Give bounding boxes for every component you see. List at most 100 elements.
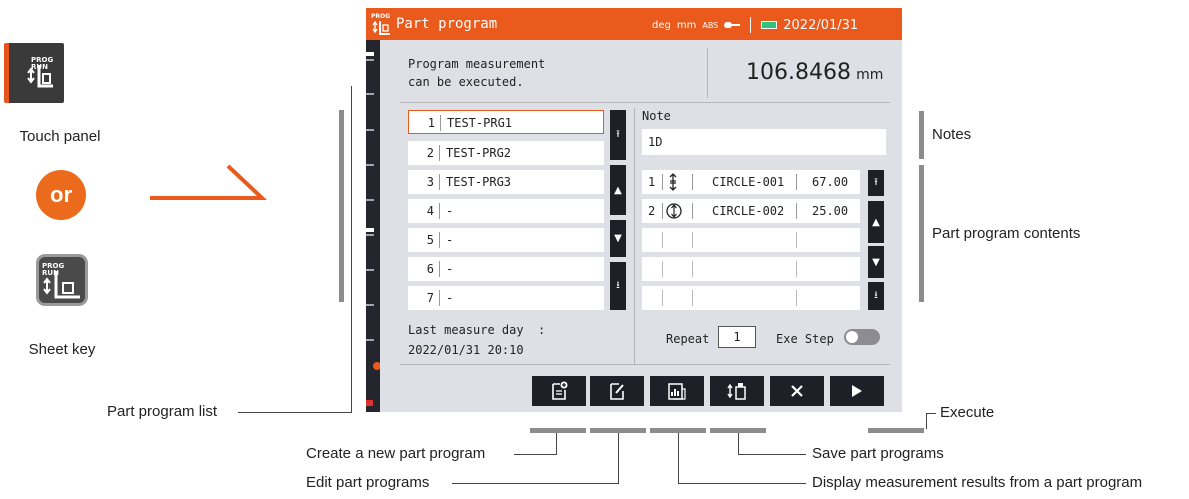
svg-text:PROG: PROG [371, 13, 390, 20]
length-unit: mm [676, 19, 697, 31]
program-row[interactable]: 6 - [408, 257, 604, 281]
sheet-key-prog-run-icon: PROG RUN [36, 254, 88, 306]
annotation-display: Display measurement results from a part … [812, 474, 1143, 491]
program-name: TEST-PRG3 [446, 175, 512, 189]
notes-callout-bar [919, 111, 924, 159]
contents-row-num: 1 [648, 175, 656, 189]
execute-leader-vertical [926, 413, 927, 429]
sheet-key-label: Sheet key [28, 341, 96, 358]
edit-leader-horizontal [452, 483, 619, 484]
contents-scroll-bottom-button[interactable]: ⭳ [868, 282, 884, 310]
measurement-unit: mm [856, 67, 884, 83]
annotation-execute: Execute [940, 404, 995, 421]
program-name: - [446, 291, 454, 305]
status-area: deg mm ABS 2022/01/31 [652, 17, 858, 33]
program-row[interactable]: 3 TEST-PRG3 [408, 170, 604, 194]
exe-step-toggle[interactable] [844, 329, 880, 345]
save-leader-horizontal [738, 454, 806, 455]
note-label: Note [642, 109, 671, 123]
probe-icon [724, 22, 741, 28]
create-callout-bar [530, 428, 586, 433]
section-divider-top [400, 102, 890, 103]
results-chart-icon [668, 383, 686, 400]
contents-value: 67.00 [812, 175, 849, 189]
play-icon [852, 385, 862, 397]
display-results-button[interactable] [650, 376, 704, 406]
repeat-label: Repeat [666, 332, 710, 346]
battery-icon [761, 21, 778, 29]
new-document-icon [552, 381, 568, 400]
display-leader-vertical [678, 433, 679, 483]
contents-scroll-top-button[interactable]: ⭱ [868, 170, 884, 196]
exe-step-label: Exe Step [776, 332, 834, 346]
last-measure-label: Last measure day : [408, 323, 546, 337]
transition-arrow-icon [150, 164, 268, 200]
annotation-create: Create a new part program [306, 445, 486, 462]
note-value: 1D [648, 135, 663, 149]
program-row[interactable]: 7 - [408, 286, 604, 310]
program-name: - [446, 262, 454, 276]
program-row[interactable]: 2 TEST-PRG2 [408, 141, 604, 165]
list-scroll-down-button[interactable]: ▼ [610, 220, 626, 257]
program-name: - [446, 233, 454, 247]
measurement-value: 106.8468 [746, 60, 851, 85]
list-scroll-up-button[interactable]: ▲ [610, 165, 626, 215]
contents-row[interactable] [642, 257, 860, 281]
execute-leader-horizontal [926, 413, 936, 414]
circular-runout-icon [665, 202, 683, 223]
status-divider [750, 17, 752, 33]
contents-row[interactable] [642, 228, 860, 252]
edit-program-button[interactable] [590, 376, 644, 406]
or-badge: or [36, 170, 86, 220]
display-leader-horizontal [678, 483, 806, 484]
title-bar: PROG Part program deg mm ABS 2022/01/31 [366, 8, 902, 40]
measurement-readout: 106.8468 mm [746, 60, 883, 85]
program-name: TEST-PRG2 [446, 146, 512, 160]
touch-panel-prog-run-icon: PROG RUN [4, 43, 64, 103]
program-name: TEST-PRG1 [447, 116, 513, 130]
contents-scroll-up-button[interactable]: ▲ [868, 201, 884, 243]
contents-value: 25.00 [812, 204, 849, 218]
program-row[interactable]: 5 - [408, 228, 604, 252]
new-program-button[interactable] [532, 376, 586, 406]
contents-element: CIRCLE-001 [712, 175, 785, 189]
contents-row[interactable] [642, 286, 860, 310]
contents-callout-bar [919, 165, 924, 302]
save-to-usb-icon [727, 383, 746, 400]
last-measure-info: Last measure day : 2022/01/31 20:10 [408, 320, 545, 360]
repeat-input[interactable]: 1 [718, 326, 756, 348]
contents-row[interactable]: 2 CIRCLE-002 25.00 [642, 199, 860, 223]
program-row[interactable]: 1 TEST-PRG1 [408, 110, 604, 134]
save-leader-vertical [738, 433, 739, 454]
section-divider-bottom [400, 364, 890, 365]
list-scroll-bottom-button[interactable]: ⭳ [610, 262, 626, 310]
touch-panel-label: Touch panel [19, 128, 101, 145]
program-row[interactable]: 4 - [408, 199, 604, 223]
screen-title: Part program [396, 16, 498, 32]
list-leader-horizontal [238, 412, 352, 413]
repeat-value: 1 [733, 330, 741, 344]
create-leader-vertical [556, 433, 557, 454]
annotation-notes: Notes [932, 126, 972, 143]
program-name: - [446, 204, 454, 218]
panel-vertical-divider [634, 108, 635, 364]
last-measure-value: 2022/01/31 20:10 [408, 343, 524, 357]
execute-callout-bar [868, 428, 924, 433]
prog-run-icon: PROG [370, 11, 392, 37]
annotation-part-program-list: Part program list [107, 403, 218, 420]
coord-mode: ABS [702, 20, 719, 30]
list-scroll-top-button[interactable]: ⭱ [610, 110, 626, 160]
message-text: Program measurement can be executed. [408, 55, 545, 91]
contents-element: CIRCLE-002 [712, 204, 785, 218]
message-line-1: Program measurement [408, 57, 546, 71]
contents-scroll-down-button[interactable]: ▼ [868, 246, 884, 278]
close-icon [791, 385, 803, 397]
cancel-button[interactable] [770, 376, 824, 406]
annotation-edit: Edit part programs [306, 474, 430, 491]
contents-row[interactable]: 1 CIRCLE-001 67.00 [642, 170, 860, 194]
note-field[interactable]: 1D [642, 129, 886, 155]
execute-button[interactable] [830, 376, 884, 406]
save-programs-button[interactable] [710, 376, 764, 406]
axial-runout-icon [666, 173, 680, 194]
message-line-2: can be executed. [408, 75, 524, 89]
